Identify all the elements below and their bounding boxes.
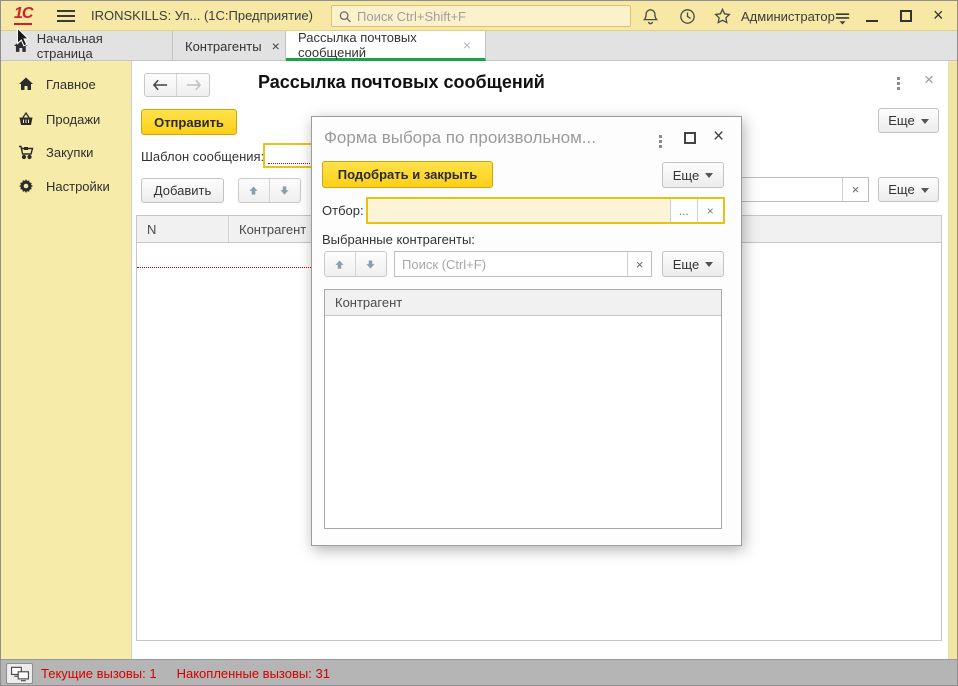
more-label: Еще [673, 168, 699, 183]
accumulated-calls: Накопленные вызовы: 31 [177, 666, 330, 681]
form-menu-kebab-icon[interactable] [894, 74, 903, 93]
global-search[interactable] [331, 5, 631, 27]
more-button-main[interactable]: Еще [878, 108, 939, 133]
chevron-down-icon [921, 188, 929, 193]
more-label: Еще [888, 113, 914, 128]
column-n[interactable]: N [137, 216, 229, 242]
more-button-dialog[interactable]: Еще [662, 162, 724, 188]
dialog-search-field: × [394, 251, 652, 277]
tab-label: Начальная страница [37, 31, 160, 61]
more-button-dialog-table[interactable]: Еще [662, 251, 724, 277]
column-kontragent[interactable]: Контрагент [325, 290, 402, 315]
search-icon [338, 9, 352, 24]
chevron-down-icon [705, 173, 713, 178]
minimize-button[interactable] [863, 9, 881, 25]
page-title: Рассылка почтовых сообщений [258, 72, 545, 93]
chevron-down-icon [921, 119, 929, 124]
server-calls-icon[interactable] [6, 663, 33, 684]
selected-counterparties-label: Выбранные контрагенты: [322, 232, 475, 247]
sidebar-item-nastroyki[interactable]: Настройки [1, 173, 131, 199]
column-kontragent[interactable]: Контрагент [229, 216, 306, 242]
sidebar-item-label: Главное [46, 77, 96, 92]
app-window: 1С IRONSKILLS: Уп... (1С:Предприятие) Ад… [0, 0, 958, 686]
dialog-close-icon[interactable]: × [713, 126, 724, 148]
dialog-maximize-icon[interactable] [684, 132, 696, 144]
nav-history-buttons [144, 73, 210, 97]
history-icon[interactable] [678, 7, 697, 26]
tab-close-icon[interactable]: × [461, 37, 473, 53]
selection-dialog: Форма выбора по произвольном... × Подобр… [311, 116, 742, 546]
filter-input[interactable]: ... × [366, 197, 725, 224]
tab-label: Контрагенты [185, 39, 262, 54]
clear-filter-icon[interactable]: × [697, 199, 724, 222]
move-up-button[interactable] [325, 252, 356, 276]
current-user[interactable]: Администратор [741, 9, 835, 24]
1c-logo: 1С [14, 5, 32, 25]
sidebar-item-prodazhi[interactable]: Продажи [1, 106, 131, 132]
tab-bar: Начальная страница Контрагенты × Рассылк… [1, 31, 957, 61]
sidebar: Главное Продажи Закупки Настройки [1, 61, 131, 659]
sidebar-item-label: Настройки [46, 179, 110, 194]
move-up-button[interactable] [239, 179, 270, 202]
more-label: Еще [888, 182, 914, 197]
filter-input-tools: ... × [670, 199, 723, 222]
dialog-table-header: Контрагент [325, 290, 721, 316]
forward-button[interactable] [177, 74, 209, 96]
move-row-buttons-main [238, 178, 301, 203]
basket-icon [18, 111, 34, 127]
dialog-search-input[interactable] [395, 252, 627, 276]
choose-ellipsis-button[interactable]: ... [670, 199, 697, 222]
app-title: IRONSKILLS: Уп... (1С:Предприятие) [91, 8, 313, 23]
tab-label: Рассылка почтовых сообщений [298, 30, 453, 60]
status-bar: Текущие вызовы: 1 Накопленные вызовы: 31 [1, 659, 957, 686]
global-search-input[interactable] [357, 9, 624, 24]
right-margin-strip [948, 61, 958, 659]
filter-label: Отбор: [322, 203, 364, 218]
back-button[interactable] [145, 74, 177, 96]
tab-rassylka[interactable]: Рассылка почтовых сообщений × [286, 31, 486, 61]
sidebar-item-label: Продажи [46, 112, 100, 127]
sidebar-item-label: Закупки [46, 145, 93, 160]
sidebar-item-glavnoe[interactable]: Главное [1, 71, 131, 97]
window-close-button[interactable]: × [933, 4, 944, 26]
favorites-star-icon[interactable] [713, 7, 732, 26]
current-calls: Текущие вызовы: 1 [41, 666, 157, 681]
more-button-main-table[interactable]: Еще [878, 177, 939, 202]
tab-kontragenty[interactable]: Контрагенты × [173, 31, 286, 61]
maximize-button[interactable] [900, 10, 912, 22]
move-row-buttons-dialog [324, 251, 387, 277]
template-label: Шаблон сообщения: [141, 149, 264, 164]
gear-icon [18, 178, 34, 194]
cart-icon [18, 144, 34, 160]
add-button[interactable]: Добавить [141, 178, 224, 203]
mouse-cursor [16, 27, 30, 48]
send-button[interactable]: Отправить [141, 109, 237, 135]
clear-search-icon[interactable]: × [627, 252, 651, 276]
move-down-button[interactable] [270, 179, 301, 202]
hamburger-menu-icon[interactable] [57, 10, 75, 22]
form-close-icon[interactable]: × [924, 72, 934, 88]
tab-close-icon[interactable]: × [270, 38, 282, 54]
main-menu-icon[interactable] [833, 8, 852, 27]
dialog-menu-kebab-icon[interactable] [656, 132, 665, 151]
clear-search-icon[interactable]: × [842, 178, 868, 201]
sidebar-item-zakupki[interactable]: Закупки [1, 139, 131, 165]
notifications-bell-icon[interactable] [641, 7, 660, 26]
pick-and-close-button[interactable]: Подобрать и закрыть [322, 161, 493, 188]
move-down-button[interactable] [356, 252, 387, 276]
dialog-title: Форма выбора по произвольном... [324, 128, 649, 148]
titlebar: 1С IRONSKILLS: Уп... (1С:Предприятие) Ад… [1, 1, 957, 31]
more-label: Еще [673, 257, 699, 272]
selected-counterparties-table[interactable]: Контрагент [324, 289, 722, 529]
chevron-down-icon [705, 262, 713, 267]
home-icon [18, 76, 34, 92]
